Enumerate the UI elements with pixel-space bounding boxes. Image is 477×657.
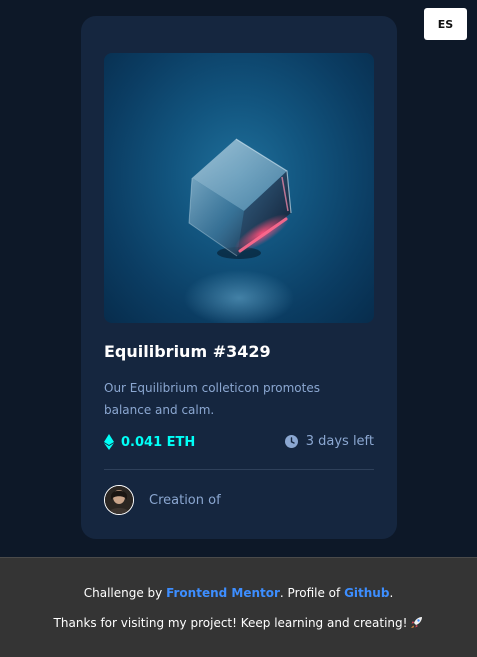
- footer-thanks-text: Thanks for visiting my project! Keep lea…: [53, 616, 408, 630]
- rocket-icon: [411, 617, 423, 628]
- footer-attribution: Challenge by Frontend Mentor. Profile of…: [0, 586, 477, 600]
- avatar-image: [105, 486, 133, 514]
- language-toggle-button[interactable]: ES: [424, 8, 467, 40]
- footer-suffix: .: [389, 586, 394, 600]
- price: 0.041 ETH: [104, 434, 195, 450]
- ethereum-icon: [104, 434, 114, 450]
- card-description: Our Equilibrium colleticon promotes bala…: [104, 381, 320, 417]
- frontend-mentor-link[interactable]: Frontend Mentor: [166, 586, 280, 600]
- nft-image[interactable]: [104, 53, 374, 323]
- avatar: [104, 485, 134, 515]
- footer-middle: . Profile of: [279, 586, 345, 600]
- crystal-cube-image: [184, 138, 294, 323]
- card-stats: 0.041 ETH 3 days left: [104, 434, 374, 456]
- creator: Creation of: [104, 485, 221, 515]
- card-divider: [104, 469, 374, 470]
- footer: Challenge by Frontend Mentor. Profile of…: [0, 557, 477, 657]
- price-value: 0.041 ETH: [121, 434, 196, 450]
- github-link[interactable]: Github: [344, 586, 389, 600]
- card-title[interactable]: Equilibrium #3429: [104, 342, 271, 361]
- footer-thanks: Thanks for visiting my project! Keep lea…: [0, 616, 477, 630]
- creator-text: Creation of: [149, 492, 221, 508]
- page: ES Equilibrium #3429 Our Equilibrium col…: [0, 0, 477, 657]
- nft-card: Equilibrium #3429 Our Equilibrium collet…: [81, 16, 397, 539]
- time-left: 3 days left: [284, 434, 374, 449]
- footer-prefix: Challenge by: [83, 586, 167, 600]
- clock-icon: [284, 435, 298, 448]
- time-left-value: 3 days left: [305, 434, 374, 449]
